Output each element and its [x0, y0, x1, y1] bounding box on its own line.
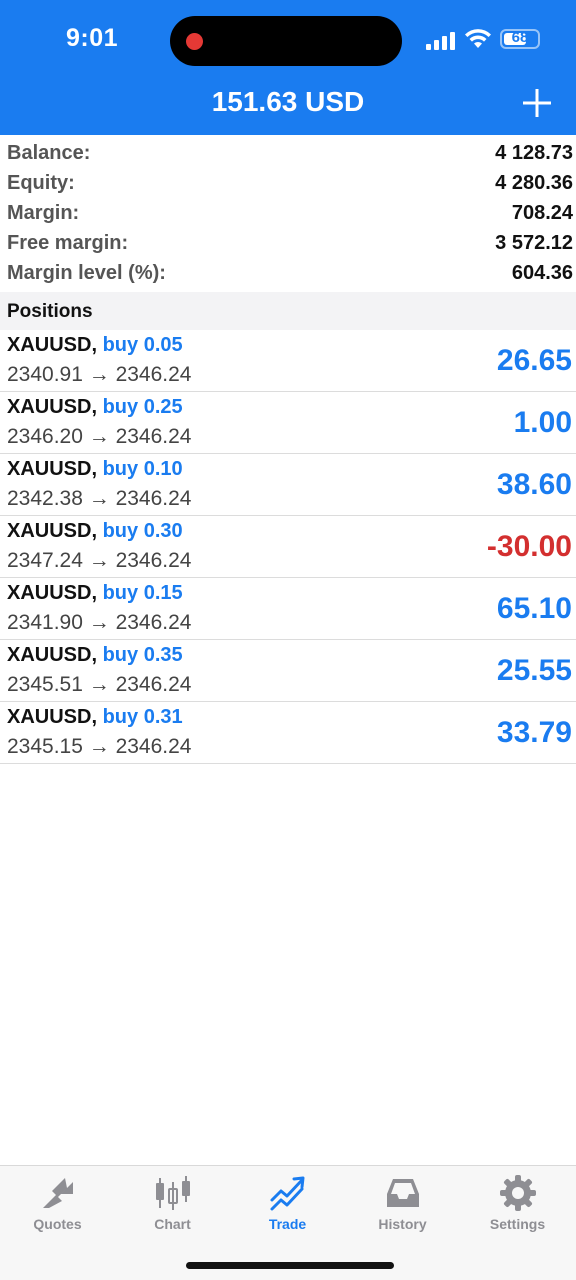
account-summary: Balance: 4 128.73 Equity: 4 280.36 Margi…: [0, 138, 576, 288]
position-prices: 2342.38 → 2346.24: [7, 487, 192, 510]
position-side: buy 0.31: [102, 706, 183, 728]
position-profit: -30.00: [486, 530, 572, 563]
tab-quotes[interactable]: Quotes: [0, 1166, 115, 1246]
position-side: buy 0.10: [102, 458, 183, 480]
position-row[interactable]: XAUUSD, buy 0.30 2347.24 → 2346.24 -30.0…: [0, 516, 576, 578]
position-profit: 26.65: [496, 344, 572, 377]
position-side: buy 0.25: [102, 396, 183, 418]
tab-trade[interactable]: Trade: [230, 1166, 345, 1246]
position-symbol: XAUUSD,: [7, 582, 98, 604]
status-time: 9:01: [66, 24, 119, 52]
candlestick-chart-icon: [156, 1176, 190, 1210]
trade-icon: [270, 1176, 305, 1211]
position-side: buy 0.30: [102, 520, 183, 542]
positions-section-header: Positions: [0, 292, 576, 330]
position-row[interactable]: XAUUSD, buy 0.15 2341.90 → 2346.24 65.10: [0, 578, 576, 640]
recording-dot-icon: [186, 33, 203, 50]
summary-label: Margin:: [7, 201, 80, 224]
summary-value: 4 128.73: [495, 141, 573, 164]
position-row[interactable]: XAUUSD, buy 0.05 2340.91 → 2346.24 26.65: [0, 330, 576, 392]
home-indicator: [186, 1262, 394, 1269]
tab-chart[interactable]: Chart: [115, 1166, 230, 1246]
top-header: 9:01 68 151.63 USD: [0, 0, 576, 135]
position-row[interactable]: XAUUSD, buy 0.25 2346.20 → 2346.24 1.00: [0, 392, 576, 454]
tab-label: Chart: [154, 1216, 191, 1232]
summary-row-free-margin: Free margin: 3 572.12: [0, 228, 576, 258]
position-profit: 1.00: [513, 406, 572, 439]
summary-value: 604.36: [511, 261, 573, 284]
position-side: buy 0.35: [102, 644, 183, 666]
summary-value: 3 572.12: [495, 231, 573, 254]
summary-row-margin: Margin: 708.24: [0, 198, 576, 228]
add-order-button[interactable]: [520, 86, 554, 120]
position-row[interactable]: XAUUSD, buy 0.31 2345.15 → 2346.24 33.79: [0, 702, 576, 764]
cellular-signal-icon: [426, 30, 458, 50]
summary-label: Margin level (%):: [7, 261, 166, 284]
status-icons: 68: [426, 28, 546, 52]
position-side: buy 0.05: [102, 334, 183, 356]
position-row[interactable]: XAUUSD, buy 0.10 2342.38 → 2346.24 38.60: [0, 454, 576, 516]
tab-label: History: [378, 1216, 427, 1232]
inbox-history-icon: [387, 1179, 419, 1207]
summary-label: Balance:: [7, 141, 91, 164]
wifi-icon: [465, 29, 491, 48]
position-prices: 2347.24 → 2346.24: [7, 549, 192, 572]
position-side: buy 0.15: [102, 582, 183, 604]
gear-icon: [500, 1175, 536, 1211]
summary-row-balance: Balance: 4 128.73: [0, 138, 576, 168]
page-title: 151.63 USD: [211, 86, 365, 117]
summary-label: Equity:: [7, 171, 75, 194]
position-prices: 2340.91 → 2346.24: [7, 363, 192, 386]
battery-level: 68: [511, 29, 529, 46]
position-profit: 33.79: [496, 716, 572, 749]
position-symbol: XAUUSD,: [7, 520, 98, 542]
tab-label: Quotes: [33, 1216, 82, 1232]
position-row[interactable]: XAUUSD, buy 0.35 2345.51 → 2346.24 25.55: [0, 640, 576, 702]
position-symbol: XAUUSD,: [7, 644, 98, 666]
battery-icon: 68: [500, 29, 540, 49]
position-symbol: XAUUSD,: [7, 706, 98, 728]
tab-history[interactable]: History: [345, 1166, 460, 1246]
position-symbol: XAUUSD,: [7, 334, 98, 356]
position-prices: 2345.15 → 2346.24: [7, 735, 192, 758]
positions-list: XAUUSD, buy 0.05 2340.91 → 2346.24 26.65…: [0, 330, 576, 764]
position-profit: 25.55: [496, 654, 572, 687]
summary-value: 4 280.36: [495, 171, 573, 194]
summary-row-margin-level: Margin level (%): 604.36: [0, 258, 576, 288]
position-profit: 65.10: [496, 592, 572, 625]
dynamic-island: [170, 16, 402, 66]
position-prices: 2346.20 → 2346.24: [7, 425, 192, 448]
position-symbol: XAUUSD,: [7, 458, 98, 480]
tab-label: Trade: [268, 1216, 307, 1232]
summary-value: 708.24: [511, 201, 573, 224]
position-prices: 2341.90 → 2346.24: [7, 611, 192, 634]
summary-label: Free margin:: [7, 231, 129, 254]
position-profit: 38.60: [496, 468, 572, 501]
tab-settings[interactable]: Settings: [460, 1166, 575, 1246]
tab-label: Settings: [489, 1216, 546, 1232]
quotes-icon: [43, 1178, 73, 1208]
position-symbol: XAUUSD,: [7, 396, 98, 418]
position-prices: 2345.51 → 2346.24: [7, 673, 192, 696]
summary-row-equity: Equity: 4 280.36: [0, 168, 576, 198]
